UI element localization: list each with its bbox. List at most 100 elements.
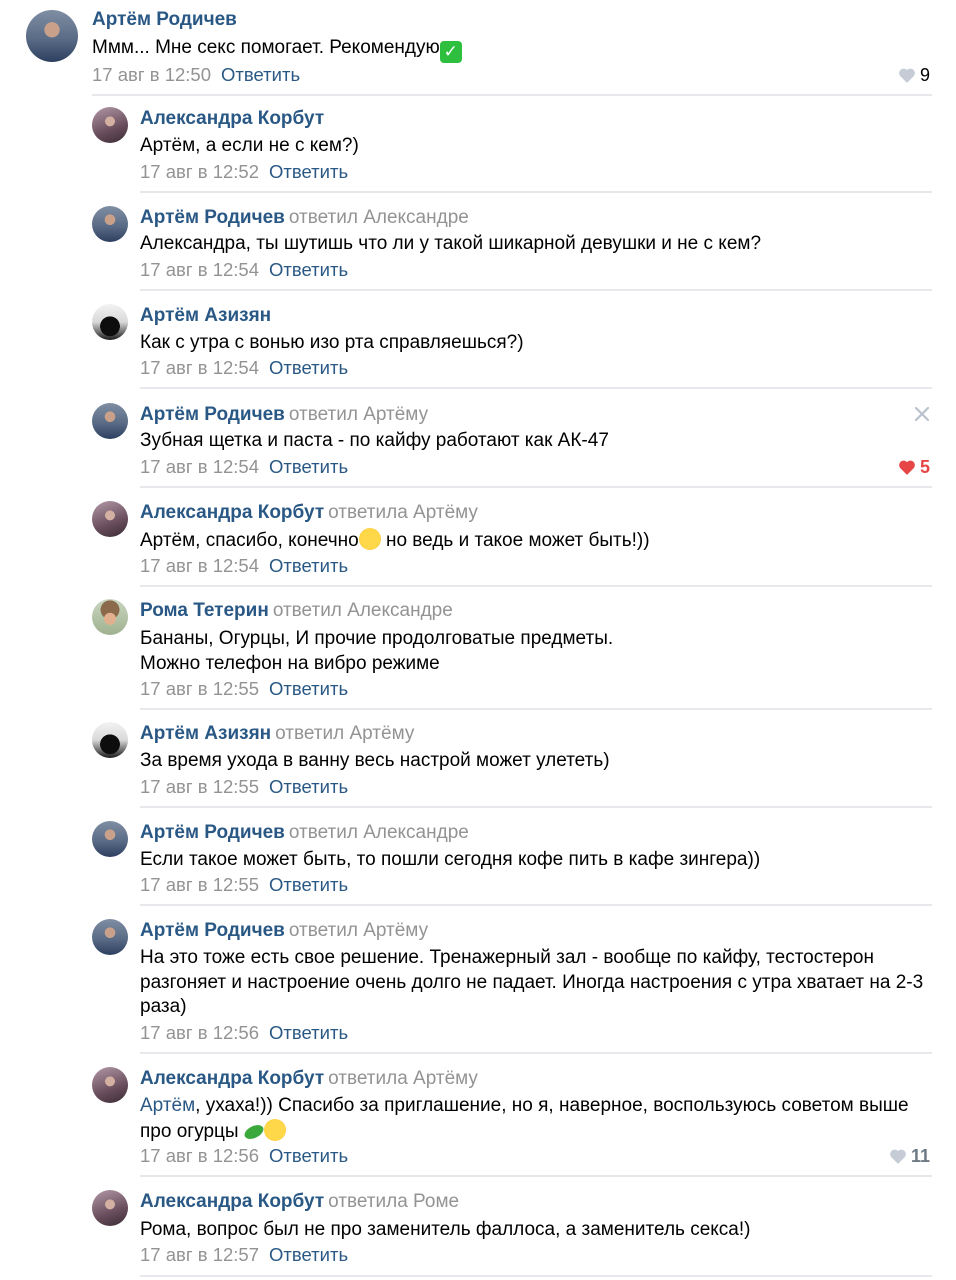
reply-to-label[interactable]: ответил Александре <box>289 822 469 843</box>
comment-date[interactable]: 17 авг в 12:50 <box>92 64 211 85</box>
avatar[interactable] <box>92 1190 128 1226</box>
comment-text: Артём, спасибо, конечно но ведь и такое … <box>140 528 930 554</box>
divider <box>140 486 932 488</box>
reply-to-label[interactable]: ответила Роме <box>328 1191 459 1212</box>
comment-author[interactable]: Рома Тетерин <box>140 600 269 621</box>
comment-date[interactable]: 17 авг в 12:52 <box>140 161 259 182</box>
comment-text: Если такое может быть, то пошли сегодня … <box>140 849 761 870</box>
heart-icon <box>899 460 915 475</box>
avatar[interactable] <box>92 919 128 955</box>
reply-button[interactable]: Ответить <box>269 161 348 182</box>
reply-button[interactable]: Ответить <box>269 555 348 576</box>
divider <box>140 387 932 389</box>
comment-text-part: Артём, спасибо, конечно <box>140 530 359 551</box>
reply-to-label[interactable]: ответил Артёму <box>275 723 414 744</box>
like-button[interactable]: 9 <box>898 63 930 87</box>
divider <box>140 289 932 291</box>
avatar[interactable] <box>92 107 128 143</box>
divider <box>140 806 932 808</box>
comment-date[interactable]: 17 авг в 12:55 <box>140 678 259 699</box>
reply-to-label[interactable]: ответил Артёму <box>289 920 428 941</box>
comment-text: Артём, ухаха!)) Спасибо за приглашение, … <box>140 1094 930 1144</box>
comment-text-line: Бананы, Огурцы, И прочие продолговатые п… <box>140 628 614 649</box>
avatar[interactable] <box>92 722 128 758</box>
reply-to-label[interactable]: ответил Александре <box>289 207 469 228</box>
divider <box>140 585 932 587</box>
reply-to-label[interactable]: ответил Александре <box>273 600 453 621</box>
comment-text: Артём, а если не с кем?) <box>140 135 359 156</box>
comment-author[interactable]: Артём Азизян <box>140 305 271 326</box>
comment-author[interactable]: Артём Родичев <box>140 920 285 941</box>
comment-date[interactable]: 17 авг в 12:56 <box>140 1145 259 1166</box>
comment-date[interactable]: 17 авг в 12:57 <box>140 1244 259 1265</box>
comment-date[interactable]: 17 авг в 12:54 <box>140 555 259 576</box>
comment-text: Александра, ты шутишь что ли у такой шик… <box>140 233 762 254</box>
reply-button[interactable]: Ответить <box>269 1244 348 1265</box>
avatar[interactable] <box>92 501 128 537</box>
divider <box>140 1052 932 1054</box>
comment-author[interactable]: Александра Корбут <box>140 1068 324 1089</box>
divider <box>140 708 932 710</box>
reply-button[interactable]: Ответить <box>269 1145 348 1166</box>
reply-to-label[interactable]: ответила Артёму <box>328 502 478 523</box>
comment-date[interactable]: 17 авг в 12:56 <box>140 1022 259 1043</box>
comment-text-line: Можно телефон на вибро режиме <box>140 652 440 674</box>
heart-icon <box>899 68 915 83</box>
like-count: 11 <box>910 1146 930 1166</box>
comment-date[interactable]: 17 авг в 12:54 <box>140 259 259 280</box>
reply-button[interactable]: Ответить <box>221 64 300 85</box>
reply-button[interactable]: Ответить <box>269 776 348 797</box>
reply-button[interactable]: Ответить <box>269 456 348 477</box>
heart-icon <box>890 1149 906 1164</box>
comment-author[interactable]: Артём Родичев <box>140 207 285 228</box>
divider <box>140 191 932 193</box>
zany-face-icon <box>358 528 381 550</box>
like-count: 9 <box>919 65 930 85</box>
like-button[interactable]: 5 <box>898 455 930 479</box>
comment-text: Зубная щетка и паста - по кайфу работают… <box>140 430 609 451</box>
grinning-face-icon <box>263 1118 286 1141</box>
reply-button[interactable]: Ответить <box>269 678 348 699</box>
comment-date[interactable]: 17 авг в 12:54 <box>140 456 259 477</box>
reply-button[interactable]: Ответить <box>269 1022 348 1043</box>
comment-author[interactable]: Александра Корбут <box>140 1191 324 1212</box>
comment-text: Как с утра с вонью изо рта справляешься?… <box>140 332 524 353</box>
comment-date[interactable]: 17 авг в 12:55 <box>140 874 259 895</box>
like-button[interactable]: 11 <box>889 1144 930 1168</box>
like-count: 5 <box>919 457 930 477</box>
avatar[interactable] <box>92 206 128 242</box>
comment-author[interactable]: Артём Родичев <box>92 9 237 30</box>
avatar[interactable] <box>92 821 128 857</box>
avatar[interactable] <box>92 599 128 635</box>
comment-text: Бананы, Огурцы, И прочие продолговатые п… <box>140 627 930 676</box>
cucumber-icon <box>242 1120 266 1143</box>
reply-button[interactable]: Ответить <box>269 357 348 378</box>
reply-button[interactable]: Ответить <box>269 874 348 895</box>
comment-author[interactable]: Артём Азизян <box>140 723 271 744</box>
check-mark-icon: ✓ <box>439 41 462 63</box>
avatar[interactable] <box>26 10 78 62</box>
avatar[interactable] <box>92 403 128 439</box>
comment-text: На это тоже есть свое решение. Тренажерн… <box>140 947 924 1017</box>
comment-text: За время ухода в ванну весь настрой може… <box>140 750 610 771</box>
comment-text-part: но ведь и такое может быть!)) <box>380 530 650 551</box>
comment-author[interactable]: Артём Родичев <box>140 822 285 843</box>
avatar[interactable] <box>92 304 128 340</box>
comment-author[interactable]: Александра Корбут <box>140 502 324 523</box>
comment-date[interactable]: 17 авг в 12:55 <box>140 776 259 797</box>
comment-author[interactable]: Артём Родичев <box>140 404 285 425</box>
divider <box>140 1175 932 1177</box>
comment-text: Рома, вопрос был не про заменитель фалло… <box>140 1219 751 1240</box>
reply-button[interactable]: Ответить <box>269 259 348 280</box>
avatar[interactable] <box>92 1067 128 1103</box>
comment-date[interactable]: 17 авг в 12:54 <box>140 357 259 378</box>
reply-to-label[interactable]: ответила Артёму <box>328 1068 478 1089</box>
close-icon[interactable] <box>914 406 930 422</box>
divider <box>140 1275 932 1277</box>
mention-link[interactable]: Артём <box>140 1095 195 1116</box>
comment-author[interactable]: Александра Корбут <box>140 108 324 129</box>
comment-text: Ммм... Мне секс помогает. Рекомендую <box>92 37 440 58</box>
divider <box>140 904 932 906</box>
divider <box>92 94 932 96</box>
reply-to-label[interactable]: ответил Артёму <box>289 404 428 425</box>
